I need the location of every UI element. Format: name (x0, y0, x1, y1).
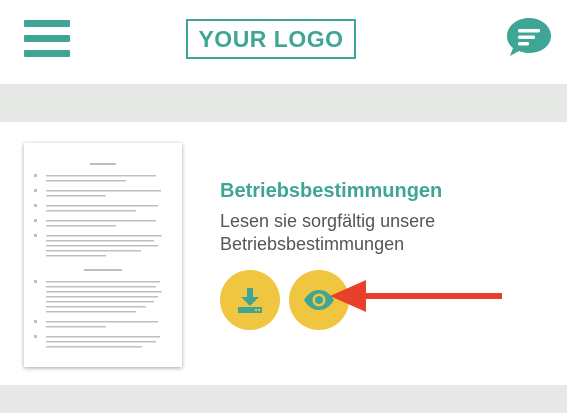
divider-band-bottom (0, 385, 567, 413)
app-header: YOUR LOGO (0, 0, 567, 84)
chat-bubble-icon[interactable] (505, 16, 553, 58)
divider-band-top (0, 84, 567, 122)
document-thumbnail[interactable] (24, 143, 182, 367)
hamburger-menu-icon[interactable] (24, 20, 70, 58)
logo: YOUR LOGO (186, 19, 356, 59)
arrow-annotation-icon (330, 280, 502, 312)
download-button[interactable] (220, 270, 280, 330)
download-icon (238, 288, 262, 313)
document-description: Lesen sie sorgfältig unsere Betriebsbest… (220, 211, 436, 254)
document-title: Betriebsbestimmungen (220, 180, 443, 202)
